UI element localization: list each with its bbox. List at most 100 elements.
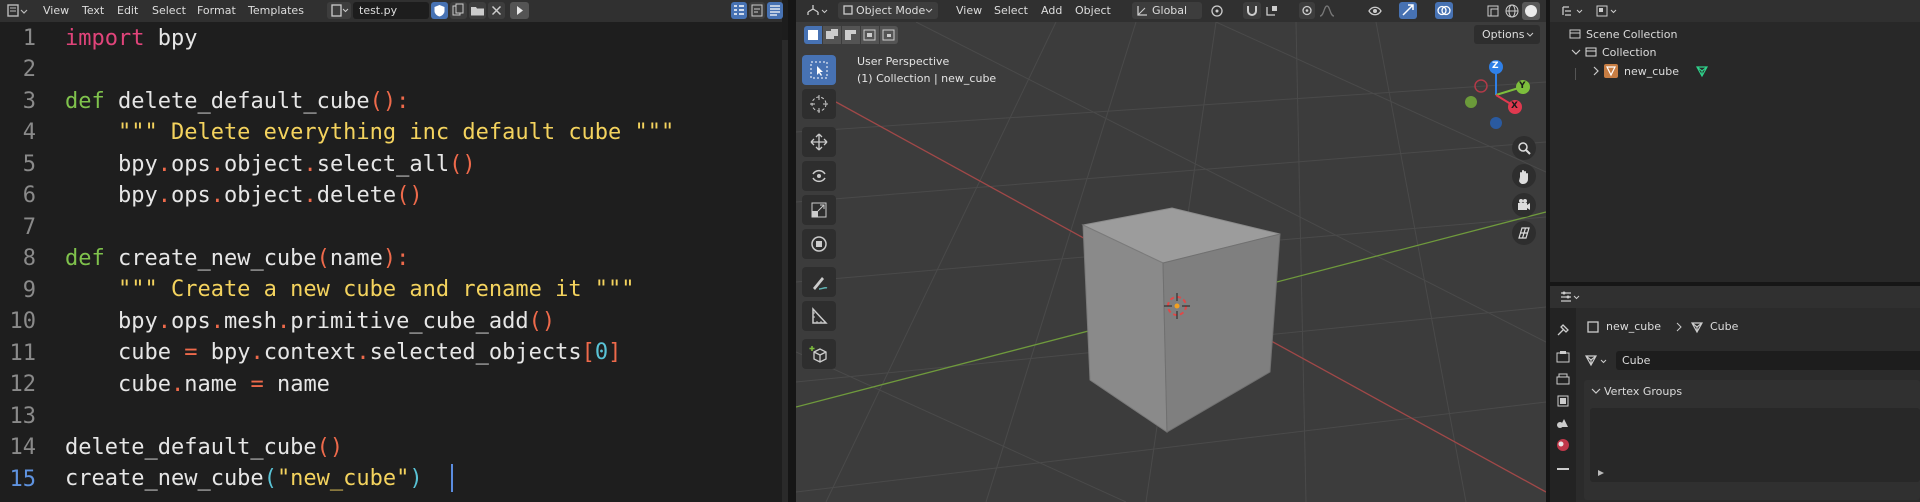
- area-divider[interactable]: [788, 0, 796, 502]
- viewport-menu-view[interactable]: View: [956, 4, 982, 17]
- display-mode-icon[interactable]: [1594, 3, 1620, 19]
- line-number-gutter: 1 2 3 4 5 6 7 8 9 10 11 12 13 14 15: [0, 22, 52, 502]
- text-browse-button[interactable]: [327, 2, 351, 19]
- viewport-menu-object[interactable]: Object: [1075, 4, 1111, 17]
- menu-edit[interactable]: Edit: [117, 4, 138, 17]
- move-tool-icon[interactable]: [802, 127, 836, 157]
- select-new-icon[interactable]: [804, 26, 822, 44]
- new-text-icon[interactable]: [450, 2, 467, 19]
- unlink-close-icon[interactable]: [488, 2, 505, 19]
- open-folder-icon[interactable]: [469, 2, 486, 19]
- outliner-editor-type-icon[interactable]: [1560, 3, 1586, 19]
- properties-header: [1550, 286, 1920, 308]
- snap-target-icon[interactable]: [1264, 3, 1290, 19]
- vertex-groups-panel-header[interactable]: Vertex Groups: [1584, 380, 1920, 402]
- shading-wireframe-icon[interactable]: [1504, 3, 1520, 19]
- line-number: 5: [22, 152, 36, 177]
- overlays-toggle-icon[interactable]: [1435, 2, 1453, 19]
- tab-scene-icon[interactable]: [1555, 415, 1571, 431]
- select-intersect-icon[interactable]: [880, 26, 898, 44]
- tab-tool-icon[interactable]: [1555, 322, 1571, 338]
- options-dropdown[interactable]: Options: [1474, 25, 1540, 44]
- run-script-play-icon[interactable]: [510, 2, 529, 19]
- add-cube-tool-icon[interactable]: [802, 339, 836, 369]
- select-invert-icon[interactable]: [861, 26, 879, 44]
- tab-view-layer-icon[interactable]: [1555, 393, 1571, 409]
- select-box-tool-icon[interactable]: [802, 55, 836, 85]
- menu-format[interactable]: Format: [197, 4, 236, 17]
- select-subtract-icon[interactable]: [842, 26, 860, 44]
- active-collection-label: (1) Collection | new_cube: [857, 72, 997, 85]
- line-number: 3: [22, 89, 36, 114]
- expand-chevron-icon[interactable]: [1570, 45, 1582, 59]
- cursor-tool-icon[interactable]: [802, 89, 836, 119]
- code-line-15: create_new_cube("new_cube"): [65, 466, 423, 491]
- cube-right-face: [1162, 233, 1281, 433]
- object-icon: [1587, 321, 1599, 333]
- shading-solid-icon[interactable]: [1522, 2, 1540, 20]
- pan-hand-icon[interactable]: [1512, 164, 1536, 188]
- scale-tool-icon[interactable]: [802, 195, 836, 225]
- menu-templates[interactable]: Templates: [248, 4, 304, 17]
- line-numbers-toggle-icon[interactable]: [731, 2, 747, 19]
- rotate-tool-icon[interactable]: [802, 161, 836, 191]
- line-number: 9: [22, 278, 36, 303]
- pivot-point-icon[interactable]: [1209, 3, 1233, 19]
- mesh-datablock-selector[interactable]: [1584, 352, 1614, 370]
- transform-tool-icon[interactable]: [802, 229, 836, 259]
- line-number: 8: [22, 246, 36, 271]
- menu-select[interactable]: Select: [152, 4, 186, 17]
- viewport-menu-select[interactable]: Select: [994, 4, 1028, 17]
- outliner-collection[interactable]: Collection: [1570, 45, 1910, 61]
- viewport-header: Object Mode View Select Add Object Globa…: [796, 0, 1546, 22]
- vertex-groups-list[interactable]: [1590, 408, 1920, 482]
- mesh-object-icon: [1604, 64, 1618, 78]
- select-extend-icon[interactable]: [823, 26, 841, 44]
- menu-text[interactable]: Text: [82, 4, 104, 17]
- 3d-viewport[interactable]: [796, 22, 1546, 502]
- editor-type-3d-icon[interactable]: [804, 3, 830, 19]
- measure-tool-icon[interactable]: [802, 301, 836, 331]
- line-number: 7: [22, 215, 36, 240]
- syntax-highlight-toggle-icon[interactable]: [767, 2, 783, 19]
- mesh-data-icon[interactable]: [1695, 64, 1709, 78]
- text-cursor: [451, 464, 453, 492]
- text-editor-header: View Text Edit Select Format Templates t…: [0, 0, 783, 22]
- properties-panel: new_cube Cube Cube Vertex Groups: [1576, 308, 1920, 502]
- word-wrap-toggle-icon[interactable]: [749, 2, 765, 19]
- xray-toggle-icon[interactable]: [1486, 3, 1502, 19]
- mode-dropdown[interactable]: Object Mode: [838, 2, 938, 19]
- gizmo-z-label: Z: [1492, 61, 1499, 71]
- gizmo-toggle-icon[interactable]: [1399, 2, 1417, 19]
- editor-type-icon[interactable]: [6, 3, 30, 19]
- tab-collection-icon[interactable]: [1555, 463, 1571, 479]
- tab-output-icon[interactable]: [1555, 371, 1571, 387]
- camera-view-icon[interactable]: [1512, 193, 1536, 217]
- orientation-dropdown[interactable]: Global: [1132, 2, 1202, 19]
- outliner-scene-collection[interactable]: Scene Collection: [1568, 27, 1908, 43]
- proportional-edit-icon[interactable]: [1299, 2, 1315, 19]
- ortho-grid-icon[interactable]: [1512, 221, 1536, 245]
- list-expand-triangle-icon[interactable]: [1596, 468, 1606, 478]
- tab-render-icon[interactable]: [1555, 349, 1571, 365]
- text-name-field[interactable]: test.py: [353, 2, 429, 19]
- line-number: 11: [9, 341, 37, 366]
- viewport-menu-add[interactable]: Add: [1041, 4, 1062, 17]
- fake-user-shield-icon[interactable]: [431, 2, 448, 19]
- code-line-12: cube.name = name: [65, 372, 330, 397]
- code-line-8: def create_new_cube(name):: [65, 246, 410, 271]
- annotate-tool-icon[interactable]: [802, 267, 836, 297]
- menu-view[interactable]: View: [43, 4, 69, 17]
- tab-world-icon[interactable]: [1555, 437, 1571, 453]
- outliner-object-new-cube[interactable]: new_cube: [1590, 64, 1910, 80]
- falloff-curve-icon[interactable]: [1318, 3, 1340, 19]
- properties-editor-type-icon[interactable]: [1558, 289, 1584, 305]
- mesh-name-field[interactable]: Cube: [1616, 351, 1920, 370]
- zoom-magnifier-icon[interactable]: [1512, 136, 1536, 160]
- properties-tab-bar: [1550, 308, 1576, 502]
- line-number: 2: [22, 57, 36, 82]
- navigation-gizmo[interactable]: Z Y X: [1460, 55, 1540, 135]
- visibility-selectability-icon[interactable]: [1366, 3, 1392, 19]
- snap-magnet-icon[interactable]: [1243, 2, 1261, 19]
- expand-right-chevron-icon[interactable]: [1590, 64, 1602, 78]
